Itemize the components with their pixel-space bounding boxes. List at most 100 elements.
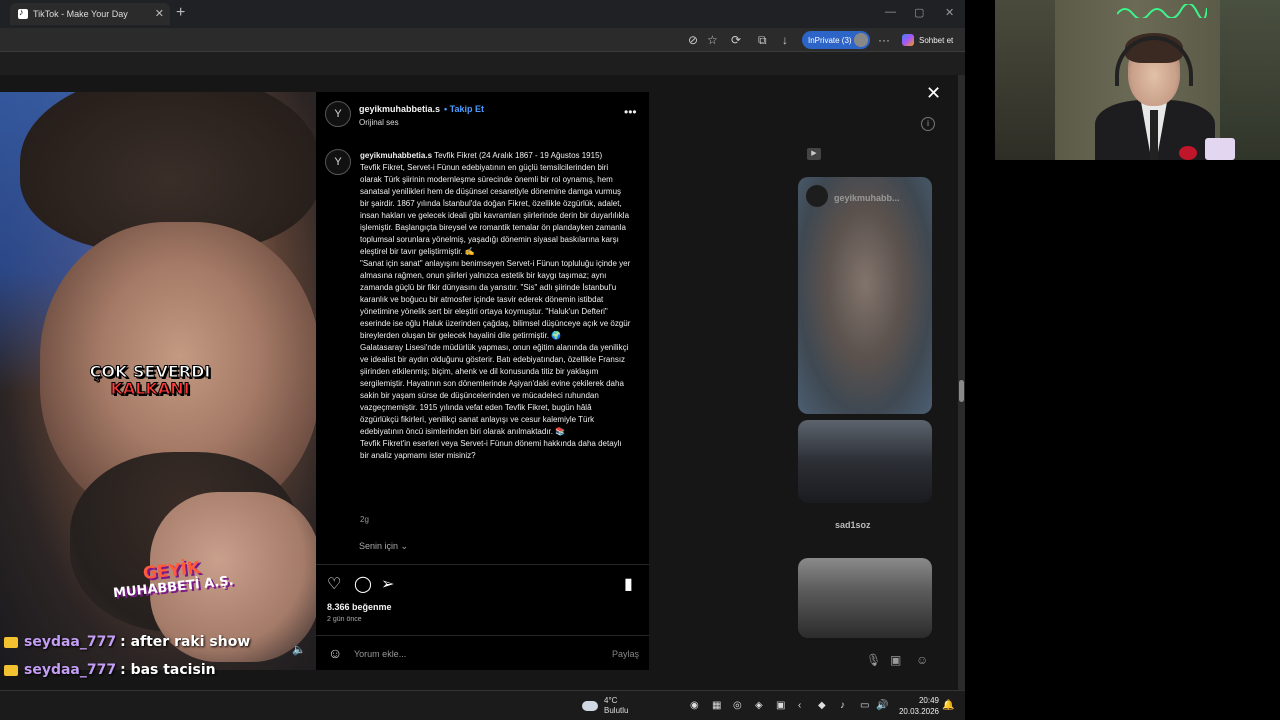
microphone-icon[interactable]: 🎙 — [866, 653, 881, 667]
crown-icon — [4, 664, 18, 676]
chat-message: : bas tacisin — [120, 662, 216, 678]
tray-app-icon[interactable]: ◈ — [755, 700, 763, 711]
info-icon[interactable]: i — [921, 117, 935, 131]
tray-chevron-icon[interactable]: ‹ — [798, 700, 801, 711]
post-details-panel: Y geyikmuhabbetia.s • Takip Et Orijinal … — [316, 92, 649, 670]
caption-username[interactable]: geyikmuhabbetia.s — [360, 151, 432, 160]
caption-time: 2g — [360, 515, 369, 524]
microphone-icon[interactable]: ♪ — [840, 700, 845, 711]
scrollbar-thumb[interactable] — [959, 380, 964, 402]
tracking-icon[interactable]: ⊘ — [688, 33, 698, 47]
weather-widget[interactable]: 4°C Bulutlu — [582, 696, 628, 716]
tab-bar: TikTok - Make Your Day ✕ + — ▢ ✕ — [0, 0, 965, 28]
webcam-background-right — [1220, 0, 1280, 160]
tray-app-icon[interactable]: ◉ — [690, 700, 699, 711]
related-video-1[interactable]: geyikmuhabb... — [798, 177, 932, 414]
follow-label: Takip Et — [449, 104, 484, 114]
chat-username: seydaa_777 — [24, 662, 117, 678]
maximize-icon[interactable]: ▢ — [914, 6, 924, 19]
close-icon[interactable]: ✕ — [926, 83, 941, 104]
post-comment-button[interactable]: Paylaş — [612, 649, 639, 659]
chat-message: : after raki show — [120, 634, 251, 650]
scrollbar[interactable] — [958, 75, 965, 690]
tray-app-icon[interactable]: ▦ — [712, 700, 721, 711]
tiktok-icon — [18, 7, 28, 19]
browser-window: TikTok - Make Your Day ✕ + — ▢ ✕ ⊘ ☆ ⟳ ⧉… — [0, 0, 965, 690]
streamer-tie — [1150, 110, 1158, 160]
chat-username: seydaa_777 — [24, 634, 117, 650]
address-bar: ⊘ ☆ ⟳ ⧉ ↓ InPrivate (3) ··· Sohbet et — [0, 28, 965, 52]
related-video-2[interactable] — [798, 420, 932, 503]
share-send-icon[interactable]: ➢ — [381, 574, 394, 594]
author-username[interactable]: geyikmuhabbetia.s — [359, 104, 440, 114]
close-window-icon[interactable]: ✕ — [945, 6, 954, 19]
for-you-dropdown[interactable]: Senin için ⌄ — [359, 541, 408, 552]
network-icon[interactable]: ▭ — [860, 700, 869, 711]
tab-title: TikTok - Make Your Day — [33, 9, 128, 19]
for-you-label: Senin için — [359, 541, 399, 551]
copilot-icon — [902, 34, 914, 46]
tray-app-icon[interactable]: ◎ — [733, 700, 742, 711]
video-caption-line2: KALKANI — [110, 379, 190, 399]
clock-date: 20.03.2026 — [898, 707, 939, 716]
page-content: ÇOK SEVERDI KALKANI GEYİK MUHABBETİ A.Ş.… — [0, 53, 965, 690]
tiktok-header-strip — [0, 53, 965, 75]
notification-bell-icon[interactable]: 🔔 — [942, 700, 954, 711]
tray-app-icon[interactable]: ▣ — [776, 700, 785, 711]
neon-light — [1117, 4, 1207, 18]
minimize-icon[interactable]: — — [885, 6, 896, 18]
comment-icon[interactable]: ◯ — [354, 574, 372, 594]
post-actions: ♡ ◯ ➢ ▮ — [327, 574, 639, 594]
more-menu-icon[interactable]: ··· — [878, 33, 890, 47]
new-tab-icon[interactable]: + — [176, 4, 185, 22]
crown-icon — [4, 636, 18, 648]
cup — [1205, 138, 1235, 160]
caption-author-avatar[interactable]: Y — [325, 149, 351, 175]
related-avatar — [806, 185, 828, 207]
collections-icon[interactable]: ⧉ — [758, 33, 767, 48]
comment-input[interactable]: Yorum ekle... — [354, 649, 406, 659]
webcam-overlay — [995, 0, 1280, 160]
like-heart-icon[interactable]: ♡ — [327, 574, 341, 594]
follow-button[interactable]: • Takip Et — [444, 104, 484, 114]
related-video-3[interactable] — [798, 558, 932, 638]
favorite-star-icon[interactable]: ☆ — [707, 33, 718, 47]
emoji-icon[interactable]: ☺ — [328, 645, 342, 661]
sticker-icon[interactable]: ☺ — [916, 653, 928, 667]
weather-condition: Bulutlu — [604, 706, 629, 715]
more-options-icon[interactable]: ••• — [624, 105, 637, 119]
tray-app-icon[interactable]: ◆ — [818, 700, 826, 711]
clock[interactable]: 20:49 20.03.2026 — [897, 695, 939, 717]
temperature: 4°C — [604, 696, 618, 705]
downloads-icon[interactable]: ↓ — [782, 33, 788, 47]
inprivate-badge[interactable]: InPrivate (3) — [802, 31, 870, 49]
copilot-chat-button[interactable]: Sohbet et — [902, 34, 953, 46]
chat-label: Sohbet et — [919, 35, 954, 45]
video-player[interactable]: ÇOK SEVERDI KALKANI GEYİK MUHABBETİ A.Ş.… — [0, 92, 316, 670]
play-icon[interactable]: ▶ — [807, 148, 821, 160]
posted-ago: 2 gün önce — [327, 616, 362, 623]
webcam-background-left — [995, 0, 1055, 160]
stream-chat-message: seydaa_777 : after raki show — [4, 634, 250, 650]
like-count[interactable]: 8.366 beğenme — [327, 602, 392, 612]
post-modal-overlay: ÇOK SEVERDI KALKANI GEYİK MUHABBETİ A.Ş.… — [0, 75, 958, 690]
bookmark-icon[interactable]: ▮ — [624, 574, 633, 594]
author-avatar[interactable]: Y — [325, 101, 351, 127]
tab-tiktok[interactable]: TikTok - Make Your Day ✕ — [10, 3, 170, 25]
stream-chat-message: seydaa_777 : bas tacisin — [4, 662, 216, 678]
chevron-down-icon: ⌄ — [400, 541, 409, 551]
extensions-icon[interactable]: ⟳ — [731, 33, 741, 47]
audio-label[interactable]: Orijinal ses — [359, 118, 399, 127]
clock-time: 20:49 — [918, 696, 939, 705]
caption-title: Tevfik Fikret (24 Aralık 1867 - 19 Ağust… — [434, 151, 603, 160]
image-icon[interactable]: ▣ — [890, 653, 901, 667]
volume-icon[interactable]: 🔈 — [292, 643, 306, 656]
inprivate-label: InPrivate (3) — [808, 35, 852, 45]
related-username-2[interactable]: sad1soz — [835, 520, 871, 530]
close-tab-icon[interactable]: ✕ — [155, 7, 164, 20]
speaker-icon[interactable]: 🔊 — [876, 700, 888, 711]
divider — [316, 564, 649, 565]
related-username: geyikmuhabb... — [834, 193, 900, 203]
rose — [1179, 146, 1197, 160]
profile-avatar — [854, 33, 868, 47]
